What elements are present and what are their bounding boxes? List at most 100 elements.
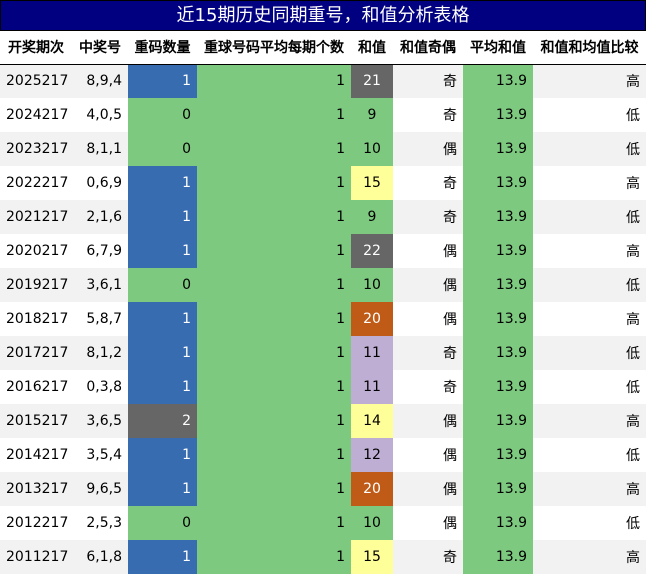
cell-period: 2013217 <box>0 472 72 506</box>
cell-numbers: 8,9,4 <box>72 64 128 98</box>
cell-avg-sum: 13.9 <box>463 540 533 574</box>
header-repeat-count: 重码数量 <box>128 31 197 65</box>
cell-sum-parity: 偶 <box>393 472 463 506</box>
cell-repeat-count: 1 <box>128 472 197 506</box>
cell-period: 2022217 <box>0 166 72 200</box>
table-row: 2014217 3,5,4 1 1 12 偶 13.9 低 <box>0 438 646 472</box>
cell-sum-parity: 偶 <box>393 438 463 472</box>
cell-repeat-count: 1 <box>128 302 197 336</box>
header-avg-sum: 平均和值 <box>463 31 533 65</box>
header-sum-parity: 和值奇偶 <box>393 31 463 65</box>
cell-period: 2017217 <box>0 336 72 370</box>
cell-avg-repeat: 1 <box>197 506 351 540</box>
cell-sum-vs-avg: 高 <box>533 540 646 574</box>
cell-sum-parity: 偶 <box>393 302 463 336</box>
cell-period: 2015217 <box>0 404 72 438</box>
cell-sum-parity: 奇 <box>393 98 463 132</box>
cell-avg-sum: 13.9 <box>463 336 533 370</box>
cell-numbers: 8,1,1 <box>72 132 128 166</box>
cell-sum: 14 <box>351 404 393 438</box>
cell-sum-parity: 偶 <box>393 404 463 438</box>
cell-avg-sum: 13.9 <box>463 404 533 438</box>
cell-sum: 15 <box>351 540 393 574</box>
cell-sum-parity: 奇 <box>393 370 463 404</box>
cell-period: 2011217 <box>0 540 72 574</box>
cell-avg-repeat: 1 <box>197 540 351 574</box>
cell-avg-sum: 13.9 <box>463 98 533 132</box>
table-row: 2012217 2,5,3 0 1 10 偶 13.9 低 <box>0 506 646 540</box>
cell-sum: 10 <box>351 506 393 540</box>
cell-sum-vs-avg: 低 <box>533 268 646 302</box>
cell-avg-sum: 13.9 <box>463 234 533 268</box>
table-row: 2016217 0,3,8 1 1 11 奇 13.9 低 <box>0 370 646 404</box>
cell-period: 2019217 <box>0 268 72 302</box>
table-row: 2015217 3,6,5 2 1 14 偶 13.9 高 <box>0 404 646 438</box>
cell-numbers: 0,6,9 <box>72 166 128 200</box>
cell-avg-repeat: 1 <box>197 234 351 268</box>
cell-sum-vs-avg: 低 <box>533 132 646 166</box>
cell-numbers: 5,8,7 <box>72 302 128 336</box>
cell-sum: 22 <box>351 234 393 268</box>
cell-sum-vs-avg: 低 <box>533 336 646 370</box>
history-table: 开奖期次 中奖号 重码数量 重球号码平均每期个数 和值 和值奇偶 平均和值 和值… <box>0 31 646 574</box>
cell-sum: 15 <box>351 166 393 200</box>
cell-repeat-count: 2 <box>128 404 197 438</box>
cell-avg-sum: 13.9 <box>463 370 533 404</box>
cell-sum: 20 <box>351 302 393 336</box>
cell-sum-parity: 奇 <box>393 200 463 234</box>
cell-sum-parity: 奇 <box>393 64 463 98</box>
cell-repeat-count: 1 <box>128 336 197 370</box>
cell-repeat-count: 1 <box>128 234 197 268</box>
header-sum-vs-avg: 和值和均值比较 <box>533 31 646 65</box>
cell-sum: 11 <box>351 370 393 404</box>
table-row: 2022217 0,6,9 1 1 15 奇 13.9 高 <box>0 166 646 200</box>
cell-avg-repeat: 1 <box>197 438 351 472</box>
cell-sum-vs-avg: 高 <box>533 472 646 506</box>
cell-sum: 10 <box>351 132 393 166</box>
cell-period: 2024217 <box>0 98 72 132</box>
cell-repeat-count: 1 <box>128 540 197 574</box>
table-row: 2025217 8,9,4 1 1 21 奇 13.9 高 <box>0 64 646 98</box>
cell-avg-sum: 13.9 <box>463 132 533 166</box>
cell-avg-repeat: 1 <box>197 132 351 166</box>
cell-sum-vs-avg: 低 <box>533 506 646 540</box>
table-title: 近15期历史同期重号，和值分析表格 <box>0 0 646 31</box>
cell-avg-sum: 13.9 <box>463 64 533 98</box>
table-row: 2021217 2,1,6 1 1 9 奇 13.9 低 <box>0 200 646 234</box>
cell-avg-sum: 13.9 <box>463 438 533 472</box>
cell-sum-vs-avg: 低 <box>533 98 646 132</box>
cell-sum-vs-avg: 高 <box>533 302 646 336</box>
cell-repeat-count: 1 <box>128 438 197 472</box>
cell-repeat-count: 1 <box>128 200 197 234</box>
cell-avg-repeat: 1 <box>197 302 351 336</box>
cell-sum-vs-avg: 高 <box>533 64 646 98</box>
cell-sum-vs-avg: 低 <box>533 438 646 472</box>
table-row: 2011217 6,1,8 1 1 15 奇 13.9 高 <box>0 540 646 574</box>
header-row: 开奖期次 中奖号 重码数量 重球号码平均每期个数 和值 和值奇偶 平均和值 和值… <box>0 31 646 65</box>
table-body: 2025217 8,9,4 1 1 21 奇 13.9 高 2024217 4,0,5 0 1 9 奇 13… <box>0 64 646 574</box>
table-row: 2019217 3,6,1 0 1 10 偶 13.9 低 <box>0 268 646 302</box>
cell-avg-repeat: 1 <box>197 200 351 234</box>
cell-numbers: 0,3,8 <box>72 370 128 404</box>
cell-sum-vs-avg: 高 <box>533 234 646 268</box>
cell-numbers: 9,6,5 <box>72 472 128 506</box>
cell-numbers: 6,1,8 <box>72 540 128 574</box>
cell-avg-sum: 13.9 <box>463 472 533 506</box>
cell-sum: 9 <box>351 200 393 234</box>
cell-avg-sum: 13.9 <box>463 200 533 234</box>
cell-numbers: 2,5,3 <box>72 506 128 540</box>
cell-sum-vs-avg: 低 <box>533 200 646 234</box>
cell-sum: 9 <box>351 98 393 132</box>
cell-sum-vs-avg: 低 <box>533 370 646 404</box>
cell-numbers: 3,6,5 <box>72 404 128 438</box>
cell-avg-repeat: 1 <box>197 166 351 200</box>
cell-period: 2018217 <box>0 302 72 336</box>
cell-sum: 20 <box>351 472 393 506</box>
cell-period: 2020217 <box>0 234 72 268</box>
cell-period: 2025217 <box>0 64 72 98</box>
header-numbers: 中奖号 <box>72 31 128 65</box>
cell-avg-repeat: 1 <box>197 336 351 370</box>
cell-avg-sum: 13.9 <box>463 506 533 540</box>
cell-sum: 21 <box>351 64 393 98</box>
cell-period: 2016217 <box>0 370 72 404</box>
